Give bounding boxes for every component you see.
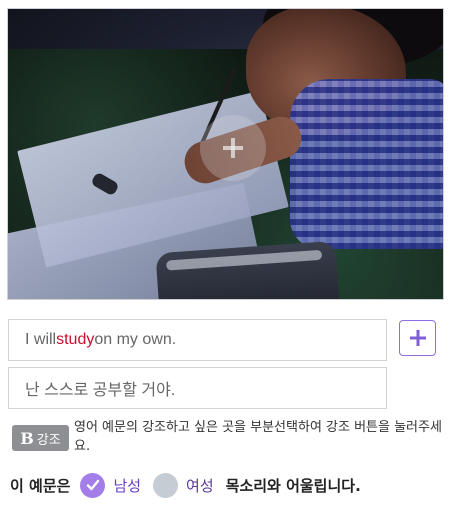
voice-lead-text: 이 예문은 <box>10 476 71 495</box>
voice-tail-text: 목소리와 어울립니다. <box>225 476 361 495</box>
add-button[interactable] <box>399 320 436 356</box>
child-shirt <box>290 79 443 249</box>
sentence-highlighted-word: study <box>56 331 95 348</box>
check-icon <box>86 479 100 491</box>
plus-icon <box>409 330 426 346</box>
sentence-text-before: I will <box>25 331 57 348</box>
sentence-text-after: on my own. <box>94 331 177 348</box>
female-option-label[interactable]: 여성 <box>186 475 214 496</box>
emphasis-button-label: 강조 <box>36 432 61 448</box>
korean-translation-field[interactable]: 난 스스로 공부할 거야. <box>8 367 387 409</box>
female-radio-icon[interactable] <box>153 472 179 498</box>
english-sentence-field[interactable]: I will study on my own. <box>8 319 387 361</box>
translation-text: 난 스스로 공부할 거야. <box>25 382 176 399</box>
voice-selector: 이 예문은 남성 여성 목소리와 어울립니다. <box>10 472 361 498</box>
male-radio-checked-icon[interactable] <box>80 472 106 498</box>
emphasis-hint: 영어 예문의 강조하고 싶은 곳을 부분선택하여 강조 버튼을 눌러주세요. <box>74 420 442 454</box>
emphasis-button[interactable]: B 강조 <box>12 425 69 451</box>
play-circle-icon[interactable] <box>200 115 266 181</box>
male-option-label[interactable]: 남성 <box>113 475 141 496</box>
play-plus-glyph <box>223 138 243 158</box>
bold-icon: B <box>20 428 34 448</box>
example-photo[interactable] <box>7 8 444 300</box>
